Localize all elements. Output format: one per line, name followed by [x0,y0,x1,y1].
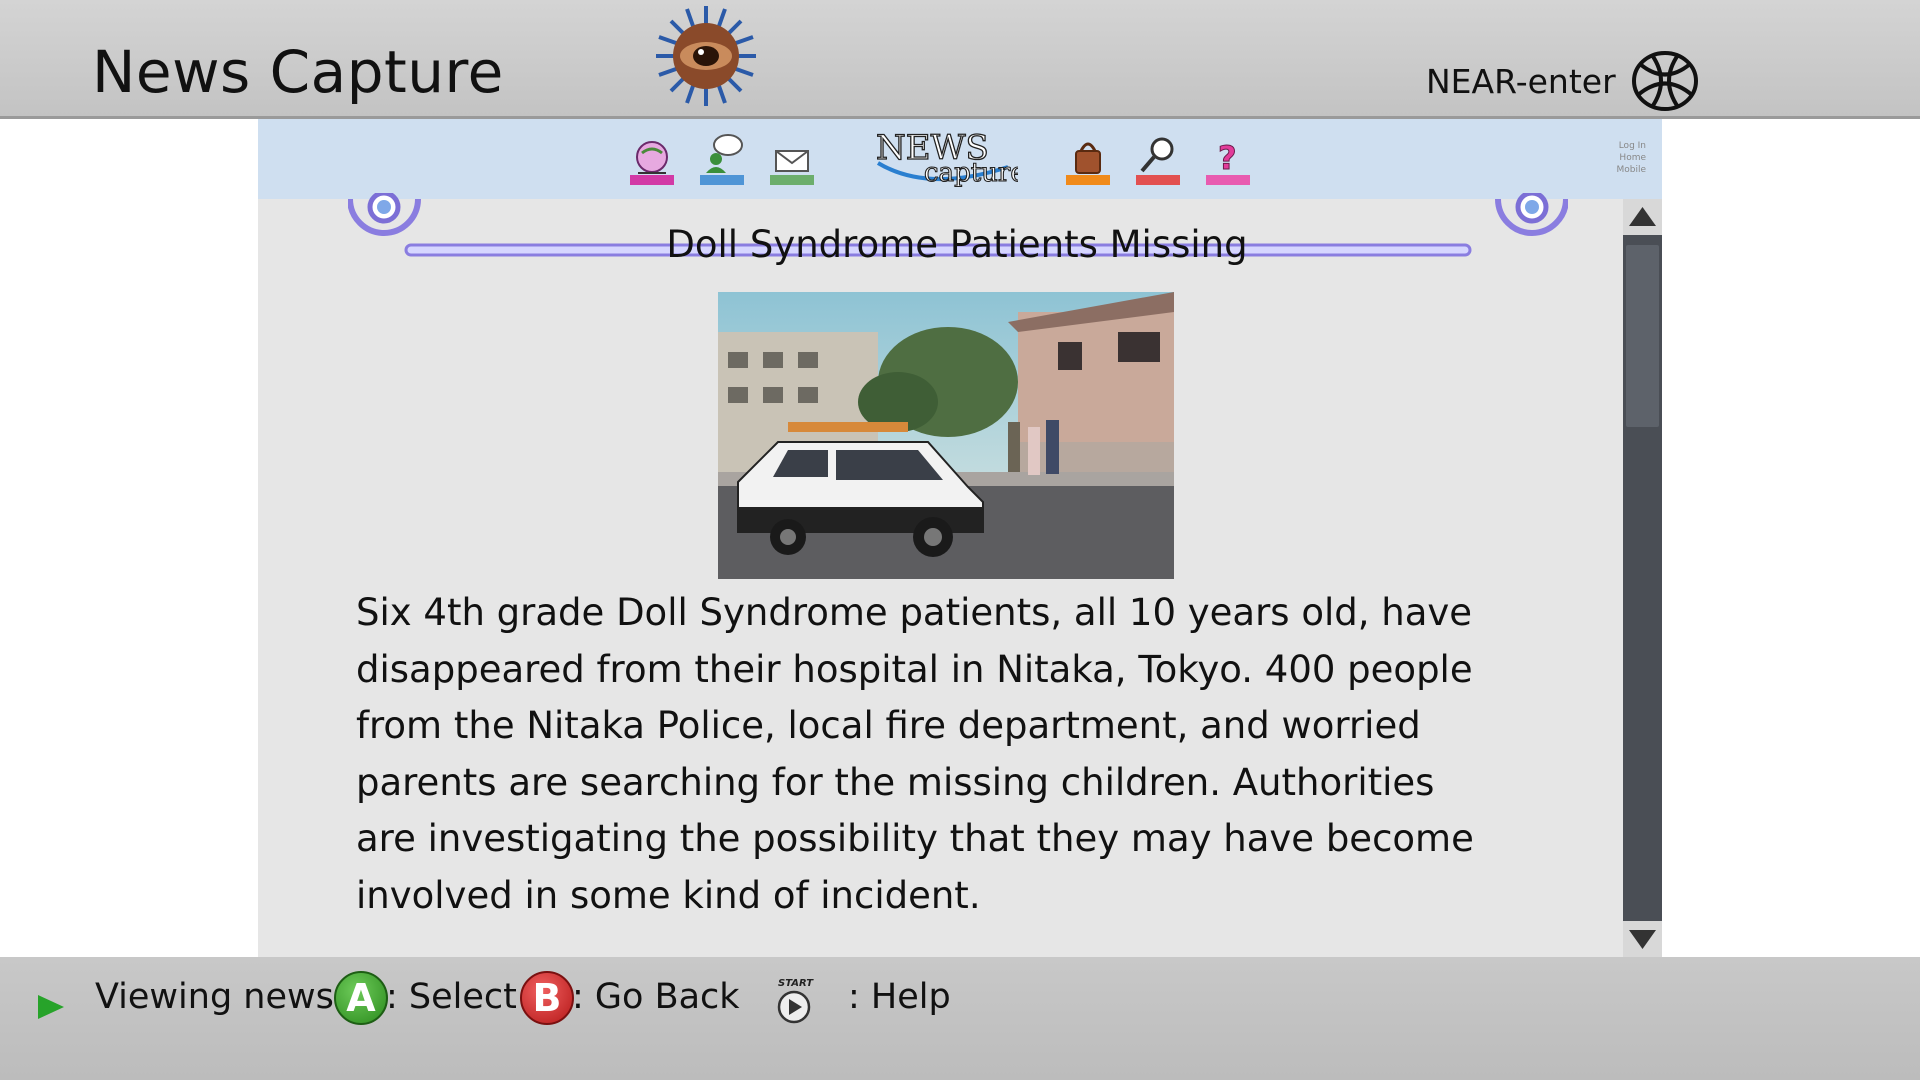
play-arrow-icon [38,995,64,1019]
site-navbar: NEWS capture ? Log In Home Mobile [258,119,1662,199]
start-button-text: START [778,978,814,989]
scroll-thumb[interactable] [1626,245,1659,427]
select-hint: : Select [386,977,517,1017]
nav-links: Log In Home Mobile [1576,140,1646,176]
scrollbar[interactable] [1623,199,1662,957]
status-bar: Viewing news. A : Select B : Go Back STA… [0,957,1920,1080]
scroll-down-button[interactable] [1623,921,1662,957]
news-capture-logo[interactable]: NEWS capture [868,123,1018,189]
chat-user-icon[interactable] [698,131,746,189]
top-bar: News Capture NEAR-enter [0,0,1920,119]
article-body: Six 4th grade Doll Syndrome patients, al… [356,591,1474,917]
start-button-icon: START [777,978,814,1024]
arrow-down-icon [1629,930,1656,949]
news-photo [718,292,1174,579]
go-back-hint: : Go Back [572,977,740,1017]
browser-window: NEWS capture ? Log In Home Mobile Doll S… [258,119,1662,957]
scroll-up-button[interactable] [1623,199,1662,235]
article-title: Doll Syndrome Patients Missing [666,223,1248,266]
nav-link-login[interactable]: Log In [1576,140,1646,152]
globe-icon[interactable] [1630,50,1700,112]
a-button-icon: A [334,971,388,1025]
search-icon[interactable] [1134,131,1182,189]
shopping-bag-icon[interactable] [1064,131,1112,189]
status-message: Viewing news. [95,977,346,1017]
nav-link-mobile[interactable]: Mobile [1576,164,1646,176]
help-hint: : Help [848,977,951,1017]
svg-text:?: ? [1218,139,1237,177]
b-button-icon: B [520,971,574,1025]
nav-link-home[interactable]: Home [1576,152,1646,164]
mail-icon[interactable] [768,131,816,189]
eye-logo-icon [656,6,756,106]
app-title: News Capture [92,38,504,106]
network-label: NEAR-enter [1426,62,1616,101]
help-icon[interactable]: ? [1204,131,1252,189]
logo-text-capture: capture [924,158,1018,188]
home-globe-icon[interactable] [628,131,676,189]
arrow-up-icon [1629,207,1656,226]
